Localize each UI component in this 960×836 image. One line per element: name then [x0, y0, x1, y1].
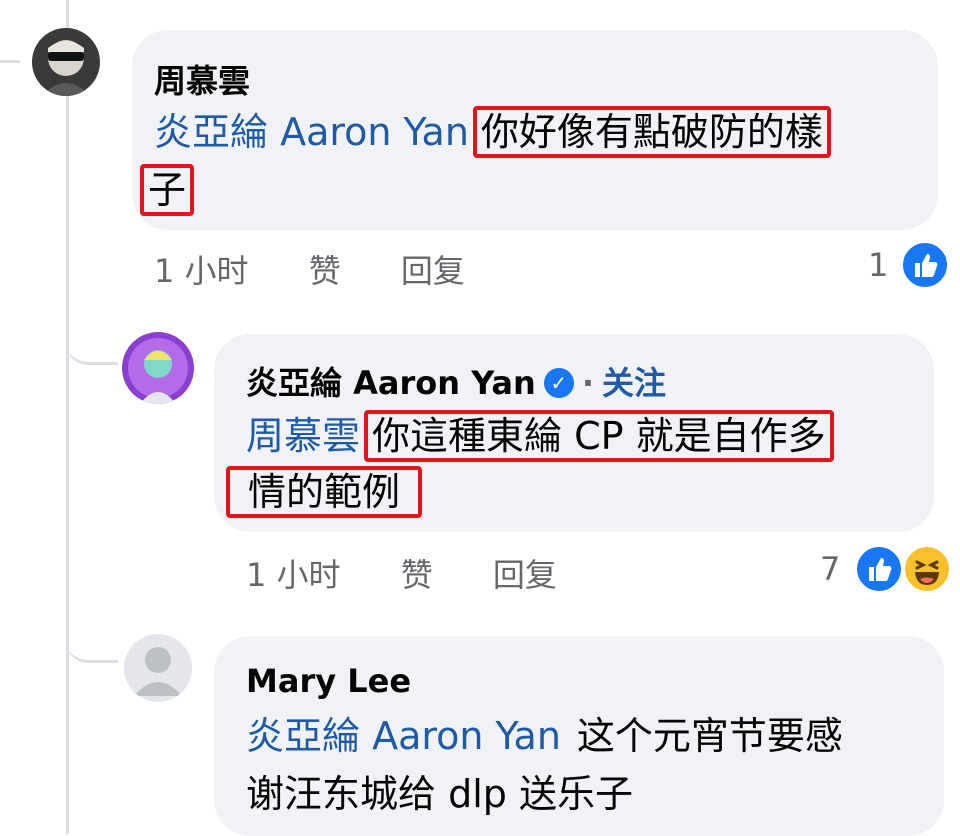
like-button-1[interactable]: 赞 [309, 246, 341, 292]
avatar-image [122, 332, 194, 404]
like-icon[interactable] [854, 544, 904, 594]
reaction-count-2[interactable]: 7 [820, 550, 840, 588]
comment-text-3b: 谢汪东城给 dlp 送乐子 [246, 772, 633, 816]
reply-button-1[interactable]: 回复 [401, 246, 465, 292]
author-name-2[interactable]: 炎亞綸 Aaron Yan [246, 364, 536, 402]
comment-line-2a: 周慕雲 你這種東綸 CP 就是自作多 [246, 410, 834, 462]
comment-line-3a: 炎亞綸 Aaron Yan 这个元宵节要感 [246, 712, 843, 760]
comment-actions-2: 1 小时 赞 回复 [246, 550, 557, 596]
separator-dot: · [581, 364, 594, 402]
comment-time-1[interactable]: 1 小时 [154, 246, 249, 292]
thread-connector-1 [66, 100, 118, 365]
comment-author-1[interactable]: 周慕雲 [154, 56, 250, 102]
avatar-zhoumuyun[interactable] [32, 28, 100, 96]
comment-line-1a: 炎亞綸 Aaron Yan 你好像有點破防的樣 [154, 106, 831, 158]
mention-link-1[interactable]: 炎亞綸 Aaron Yan [154, 110, 469, 154]
highlight-box-2b: 情的範例 [226, 466, 423, 518]
highlight-box-1a: 你好像有點破防的樣 [472, 106, 831, 158]
highlight-box-1b: 子 [140, 164, 195, 216]
thread-line-stub [0, 60, 20, 63]
comment-actions-1: 1 小时 赞 回复 [154, 246, 465, 292]
follow-button[interactable]: 关注 [602, 364, 666, 402]
highlight-box-2a: 你這種東綸 CP 就是自作多 [364, 410, 834, 462]
haha-icon[interactable] [902, 544, 952, 594]
comment-text-3a: 这个元宵节要感 [576, 714, 843, 758]
verified-badge-icon: ✓ [543, 368, 574, 398]
default-avatar-icon [124, 634, 192, 702]
comment-line-1b: 子 [140, 164, 195, 216]
reply-button-2[interactable]: 回复 [493, 550, 557, 596]
comment-time-2[interactable]: 1 小时 [246, 550, 341, 596]
avatar-marylee[interactable] [124, 634, 192, 702]
comment-line-2b: 情的範例 [226, 466, 423, 518]
comment-line-3b: 谢汪东城给 dlp 送乐子 [246, 770, 633, 818]
mention-link-2[interactable]: 周慕雲 [246, 414, 360, 458]
reaction-count-1[interactable]: 1 [868, 246, 888, 284]
comment-author-2: 炎亞綸 Aaron Yan ✓ · 关注 [246, 358, 666, 404]
like-button-2[interactable]: 赞 [401, 550, 433, 596]
like-icon[interactable] [900, 240, 950, 290]
mention-link-3[interactable]: 炎亞綸 Aaron Yan [246, 714, 561, 758]
thread-connector-2 [66, 590, 118, 663]
comment-author-3[interactable]: Mary Lee [246, 662, 411, 700]
avatar-image [32, 28, 100, 96]
avatar-aaronyan[interactable] [122, 332, 194, 404]
